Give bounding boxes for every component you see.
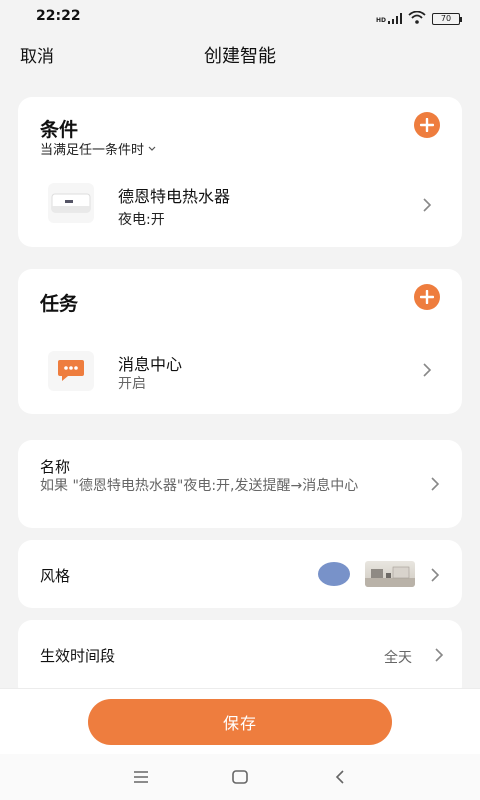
period-label: 生效时间段 [40, 647, 116, 665]
status-bar: 22:22 HD 70 [0, 0, 480, 32]
condition-device-state: 夜电:开 [118, 212, 165, 228]
top-bar: 取消 创建智能 [0, 36, 480, 72]
add-condition-button[interactable] [414, 112, 440, 138]
tasks-card: 任务 消息中心 开启 [18, 269, 462, 414]
wifi-icon [408, 9, 426, 28]
condition-mode-dropdown[interactable]: 当满足任一条件时 [40, 139, 156, 158]
period-value: 全天 [384, 650, 412, 666]
style-color-swatch[interactable] [318, 562, 350, 586]
condition-device-name: 德恩特电热水器 [118, 187, 231, 206]
add-task-button[interactable] [414, 284, 440, 310]
chevron-right-icon [422, 197, 432, 213]
task-name: 消息中心 [118, 355, 183, 374]
condition-mode-label: 当满足任一条件时 [40, 143, 145, 158]
name-label: 名称 [40, 458, 71, 476]
battery-icon: 70 [432, 12, 462, 25]
home-icon[interactable] [230, 768, 250, 786]
page-title: 创建智能 [204, 46, 276, 67]
signal-icon: HD [376, 13, 402, 24]
name-row[interactable]: 名称 如果 "德恩特电热水器"夜电:开,发送提醒→消息中心 [18, 440, 462, 528]
style-row[interactable]: 风格 [18, 540, 462, 608]
style-label: 风格 [40, 567, 71, 585]
room-image[interactable] [365, 561, 415, 587]
cancel-button[interactable]: 取消 [20, 42, 54, 67]
message-icon [48, 351, 94, 391]
save-button[interactable]: 保存 [88, 699, 392, 745]
task-item[interactable]: 消息中心 开启 [18, 339, 462, 405]
status-time: 22:22 [36, 8, 81, 24]
chevron-down-icon [148, 146, 156, 151]
name-value: 如果 "德恩特电热水器"夜电:开,发送提醒→消息中心 [40, 478, 359, 494]
tasks-heading: 任务 [40, 293, 79, 315]
condition-item[interactable]: 德恩特电热水器 夜电:开 [18, 169, 462, 239]
conditions-card: 条件 当满足任一条件时 德恩特电热水器 夜电:开 [18, 97, 462, 247]
chevron-right-icon [422, 362, 432, 378]
menu-icon[interactable] [131, 768, 151, 786]
signal-label: HD [375, 17, 386, 24]
chevron-right-icon [430, 476, 440, 492]
conditions-heading: 条件 [40, 119, 79, 141]
plus-icon [420, 290, 434, 304]
chevron-right-icon [434, 647, 444, 663]
bottom-action-bar: 保存 [0, 688, 480, 754]
plus-icon [420, 118, 434, 132]
chevron-right-icon [430, 567, 440, 583]
water-heater-icon [48, 183, 94, 223]
task-state: 开启 [118, 376, 146, 392]
back-icon[interactable] [330, 768, 350, 786]
system-nav-bar [0, 754, 480, 800]
status-icons: HD 70 [376, 9, 462, 28]
